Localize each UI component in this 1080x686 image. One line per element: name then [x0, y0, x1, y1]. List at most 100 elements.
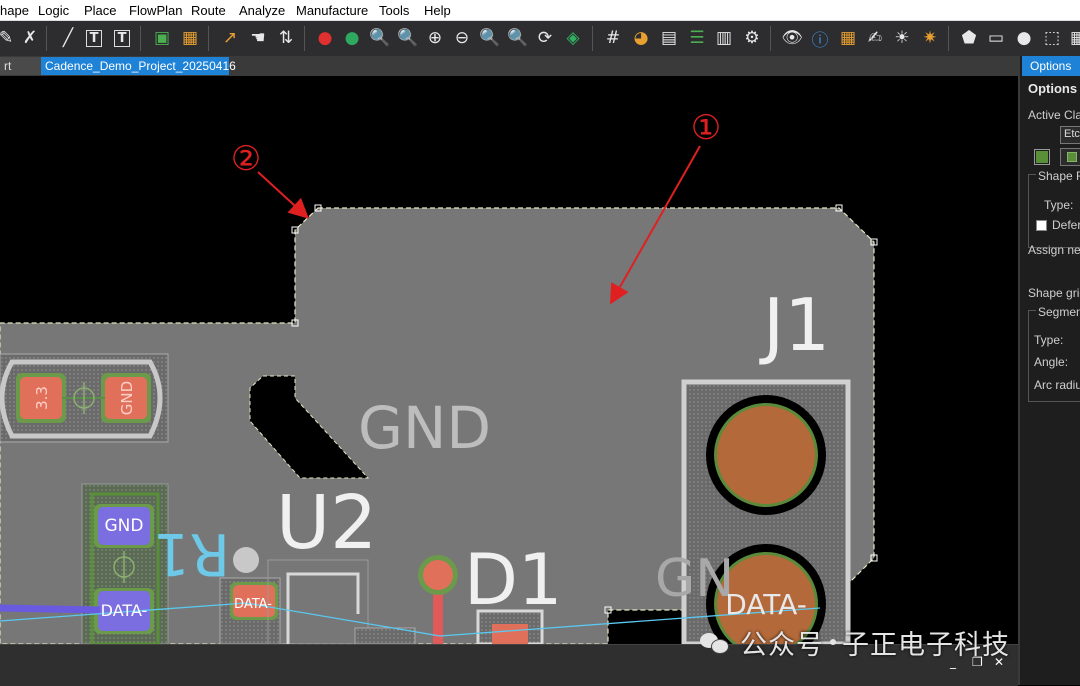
menu-logic[interactable]: Logic — [38, 3, 69, 18]
component-place-icon[interactable]: ▣ — [150, 26, 174, 50]
silk-r1: R1 — [153, 520, 230, 588]
toolbar-separator — [770, 26, 771, 51]
tab-start-page[interactable]: rt Page — [0, 57, 42, 91]
watermark: 公众号 子正电子科技 — [700, 624, 1010, 661]
3d-view-icon[interactable]: ◈ — [561, 26, 585, 50]
menu-help[interactable]: Help — [424, 3, 451, 18]
pcb-canvas[interactable]: J1 GND U2 D1 GN R1 3.3 GND GND DATA- DAT… — [0, 76, 1018, 644]
j1-pad-1[interactable] — [717, 406, 815, 504]
callout-2: ② — [231, 139, 261, 179]
color-palette-icon[interactable]: ◕ — [629, 26, 653, 50]
info-icon[interactable]: ⓘ — [808, 26, 832, 51]
pad-label-3v3: 3.3 — [33, 386, 51, 410]
dehighlight-icon[interactable]: ✷ — [918, 26, 942, 50]
silk-j1: J1 — [759, 283, 830, 367]
watermark-text-1: 公众号 — [740, 629, 824, 661]
select-shape-icon[interactable]: ⬚ — [1040, 26, 1064, 50]
callout-1: ① — [691, 108, 721, 148]
arc-radius-label: Arc radiu — [1034, 378, 1080, 392]
pad-label-gnd: GND — [118, 381, 136, 415]
pad-label-data: DATA- — [101, 601, 148, 620]
toolbar-separator — [140, 26, 141, 51]
testpoint-pad — [423, 560, 453, 590]
subclass-color — [1067, 152, 1077, 162]
edit-brush-icon[interactable]: ✍ — [863, 26, 887, 50]
trace-data[interactable] — [0, 604, 101, 614]
watermark-separator — [830, 639, 836, 645]
line-draw-icon[interactable]: ╱ — [56, 26, 80, 50]
class-color-swatch[interactable] — [1034, 149, 1050, 165]
menu-tools[interactable]: Tools — [379, 3, 409, 18]
report-icon[interactable]: ▥ — [712, 26, 736, 50]
menu-shape[interactable]: hape — [0, 3, 29, 18]
toolbar-separator — [304, 26, 305, 51]
silk-gn: GN — [655, 549, 734, 609]
menu-flowplan[interactable]: FlowPlan — [129, 3, 182, 18]
subclass-select[interactable] — [1060, 148, 1080, 166]
document-tab-bar: rt Page Cadence_Demo_Project_20250416 — [0, 56, 1018, 91]
pad-label-r1-data: DATA- — [234, 597, 272, 612]
silk-gnd: GND — [358, 394, 491, 462]
zoom-world-icon[interactable]: 🔍 — [506, 26, 530, 50]
class-select-value: Etch — [1064, 128, 1080, 140]
text-edit-icon[interactable]: T — [110, 26, 134, 50]
assign-net-label: Assign net — [1028, 243, 1080, 257]
hand-slide-icon[interactable]: ☚ — [246, 26, 270, 50]
pad-label-gnd-2: GND — [105, 516, 144, 536]
segment-label: Segment — [1036, 305, 1080, 319]
segment-type-label: Type: — [1034, 333, 1064, 347]
pcb-drawing: J1 GND U2 D1 GN R1 3.3 GND GND DATA- DAT… — [0, 108, 878, 644]
shape-circle-icon[interactable]: ● — [1012, 26, 1036, 50]
menu-route[interactable]: Route — [191, 3, 226, 18]
shape-more-icon[interactable]: ▦ — [1066, 26, 1080, 50]
toolbar: ✎ ✗ ╱ T T ▣ ▦ ↗ ☚ ⇅ ● ● 🔍 🔍 ⊕ ⊖ 🔍 🔍 ⟳ ◈ … — [0, 21, 1080, 56]
active-class-label: Active Clas — [1028, 108, 1080, 122]
toolbar-separator — [592, 26, 593, 51]
drc-red-icon[interactable]: ● — [313, 26, 337, 50]
tab-project[interactable]: Cadence_Demo_Project_20250416 — [41, 57, 236, 75]
wechat-logo-icon — [700, 631, 730, 654]
zoom-in-icon[interactable]: ⊕ — [423, 26, 447, 50]
settings-doc-icon[interactable]: ⚙ — [740, 26, 764, 50]
toolbar-separator — [208, 26, 209, 51]
shape-grid-label: Shape grid — [1028, 286, 1080, 300]
highlight-sun-icon[interactable]: ☀ — [890, 26, 914, 50]
pad-label-j1-data: DATA- — [725, 588, 807, 621]
shape-fill-label: Shape Fi — [1036, 169, 1080, 183]
layers-icon[interactable]: ☰ — [685, 26, 709, 50]
swatch-fill — [1036, 151, 1048, 163]
defer-checkbox[interactable] — [1036, 220, 1047, 231]
angle-label: Angle: — [1034, 355, 1069, 369]
defer-label: Defer — [1052, 218, 1080, 232]
zoom-fit-icon[interactable]: 🔍 — [368, 26, 392, 50]
drc-green-icon[interactable]: ● — [340, 26, 364, 50]
route-connect-icon[interactable]: ↗ — [218, 26, 242, 50]
class-select[interactable]: Etch — [1060, 126, 1080, 144]
silk-u2: U2 — [276, 480, 377, 566]
redraw-icon[interactable]: ⟳ — [533, 26, 557, 50]
zoom-previous-icon[interactable]: 🔍 — [478, 26, 502, 50]
fill-type-label: Type: — [1044, 198, 1074, 212]
pencil-icon[interactable]: ✎ — [0, 26, 18, 50]
zoom-out-icon[interactable]: ⊖ — [450, 26, 474, 50]
silk-d1: D1 — [464, 539, 562, 621]
zoom-selection-icon[interactable]: 🔍 — [396, 26, 420, 50]
menu-manufacture[interactable]: Manufacture — [296, 3, 368, 18]
shape-add-icon[interactable]: ⬟ — [957, 26, 981, 50]
grid-icon[interactable]: # — [601, 26, 625, 50]
text-add-icon[interactable]: T — [82, 26, 106, 50]
measure-icon[interactable]: ▦ — [836, 26, 860, 50]
route-delete-icon[interactable]: ✗ — [18, 26, 42, 50]
watermark-text-2: 子正电子科技 — [842, 629, 1010, 661]
shadow-mode-icon[interactable]: ▤ — [657, 26, 681, 50]
chip-icon[interactable]: ▦ — [178, 26, 202, 50]
pad-d1 — [492, 624, 528, 644]
options-tab[interactable]: Options — [1022, 56, 1080, 76]
menu-place[interactable]: Place — [84, 3, 117, 18]
options-heading: Options — [1028, 81, 1078, 96]
fanout-icon[interactable]: ⇅ — [274, 26, 298, 50]
shape-rect-icon[interactable]: ▭ — [984, 26, 1008, 50]
pin1-marker — [233, 547, 259, 573]
menu-analyze[interactable]: Analyze — [239, 3, 285, 18]
visibility-eye-icon[interactable]: 👁 — [780, 26, 804, 50]
